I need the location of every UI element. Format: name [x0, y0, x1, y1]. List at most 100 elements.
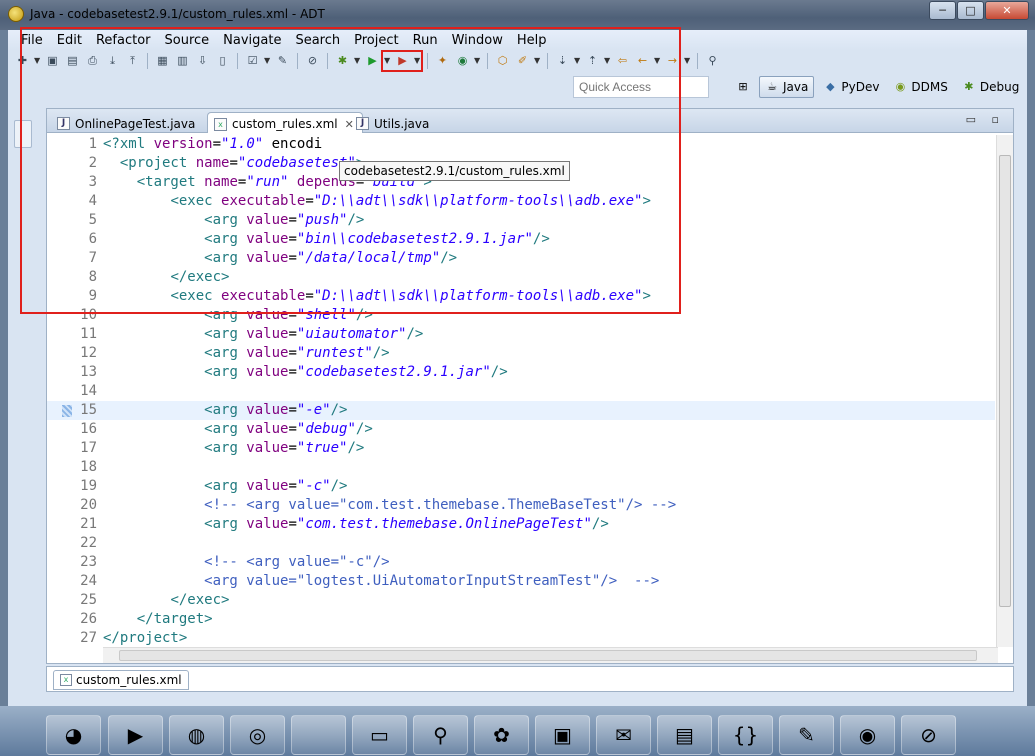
close-button[interactable]: ✕: [985, 1, 1029, 20]
line-number: 23: [80, 554, 97, 570]
line-number: 12: [80, 345, 97, 361]
bottom-tab-custom-rules[interactable]: x custom_rules.xml: [53, 670, 189, 690]
minimize-button[interactable]: ─: [929, 1, 956, 20]
code-line[interactable]: 17 <arg value="true"/>: [47, 439, 995, 458]
line-number: 25: [80, 592, 97, 608]
taskbar: ◕ ▶ ◍ ◎ ▭ ⚲ ✿ ▣ ✉ ▤{} ✎ ◉ ⊘: [0, 706, 1035, 756]
line-text: <arg value="codebasetest2.9.1.jar"/>: [204, 364, 508, 380]
toolbar-separator: [697, 53, 698, 69]
perspective-java-label: Java: [783, 80, 809, 94]
open-perspective-button[interactable]: ⊞: [731, 76, 755, 98]
code-line[interactable]: 14: [47, 382, 995, 401]
pin-editor-icon[interactable]: ⚲: [704, 53, 721, 69]
code-line[interactable]: 18: [47, 458, 995, 477]
line-number: 17: [80, 440, 97, 456]
line-number: 14: [80, 383, 97, 399]
line-number: 16: [80, 421, 97, 437]
bottom-tab-label: custom_rules.xml: [76, 673, 182, 687]
perspective-ddms[interactable]: ◉ DDMS: [888, 76, 952, 98]
horizontal-scroll-thumb[interactable]: [119, 650, 977, 661]
line-text: </target>: [136, 611, 213, 627]
line-text: <arg value="-e"/>: [204, 402, 348, 418]
window-title: Java - codebasetest2.9.1/custom_rules.xm…: [30, 7, 325, 21]
line-text: </exec>: [170, 592, 230, 608]
bug-icon: ✱: [964, 80, 974, 93]
line-number: 13: [80, 364, 97, 380]
perspective-java[interactable]: ☕ Java: [759, 76, 815, 98]
line-number: 24: [80, 573, 97, 589]
open-perspective-icon: ⊞: [738, 80, 748, 93]
line-number: 27: [80, 630, 97, 645]
line-number: 11: [80, 326, 97, 342]
line-text: <arg value="-c"/>: [204, 478, 348, 494]
python-icon: ◆: [826, 80, 835, 93]
perspective-debug[interactable]: ✱ Debug: [957, 76, 1024, 98]
line-text: <arg value="true"/>: [204, 440, 365, 456]
line-number: 21: [80, 516, 97, 532]
java-perspective-icon: ☕: [767, 80, 777, 93]
taskbar-search-tool-icon[interactable]: ⚲: [413, 715, 468, 755]
code-line[interactable]: 15 <arg value="-e"/>: [47, 401, 995, 420]
maximize-button[interactable]: □: [957, 1, 984, 20]
code-line[interactable]: 27 </project>: [47, 629, 995, 645]
taskbar-network-disabled-icon[interactable]: ⊘: [901, 715, 956, 755]
vertical-scrollbar[interactable]: [996, 135, 1013, 647]
android-icon: ◉: [895, 80, 906, 93]
perspective-debug-label: Debug: [979, 80, 1020, 94]
code-line[interactable]: 23 <!-- <arg value="-c"/>: [47, 553, 995, 572]
code-line[interactable]: 16 <arg value="debug"/>: [47, 420, 995, 439]
line-number: 15: [80, 402, 97, 418]
perspective-pydev[interactable]: ◆ PyDev: [818, 76, 884, 98]
vertical-scroll-thumb[interactable]: [999, 155, 1011, 607]
forward-dropdown-icon[interactable]: ▼: [684, 53, 691, 69]
line-text: <arg value="logtest.UiAutomatorInputStre…: [103, 573, 660, 589]
code-line[interactable]: 13 <arg value="codebasetest2.9.1.jar"/>: [47, 363, 995, 382]
window-titlebar[interactable]: Java - codebasetest2.9.1/custom_rules.xm…: [0, 0, 1035, 30]
taskbar-mail-icon[interactable]: ✉: [596, 715, 651, 755]
line-number: 18: [80, 459, 97, 475]
line-number: 26: [80, 611, 97, 627]
annotation-highlight-box: [20, 27, 681, 314]
taskbar-android-device-icon[interactable]: ▣: [535, 715, 590, 755]
window-controls: ─ □ ✕: [929, 1, 1029, 20]
line-text: <!-- <arg value="-c"/>: [103, 554, 390, 570]
taskbar-json-editor-icon[interactable]: {}: [718, 715, 773, 755]
code-line[interactable]: 24 <arg value="logtest.UiAutomatorInputS…: [47, 572, 995, 591]
code-line[interactable]: 21 <arg value="com.test.themebase.Online…: [47, 515, 995, 534]
perspective-switcher: ⊞ ☕ Java ◆ PyDev ◉ DDMS ✱ Debug: [731, 76, 1024, 98]
code-line[interactable]: 26 </target>: [47, 610, 995, 629]
taskbar-blank-icon[interactable]: [291, 715, 346, 755]
code-line[interactable]: 12 <arg value="runtest"/>: [47, 344, 995, 363]
annotation-debug-highlight: [381, 50, 423, 72]
line-number: 20: [80, 497, 97, 513]
taskbar-weibo-icon[interactable]: ◉: [840, 715, 895, 755]
code-line[interactable]: 22: [47, 534, 995, 553]
code-line[interactable]: 25 </exec>: [47, 591, 995, 610]
bottom-editor-tabs: x custom_rules.xml: [46, 666, 1014, 692]
line-text: <arg value="com.test.themebase.OnlinePag…: [204, 516, 609, 532]
line-number: 19: [80, 478, 97, 494]
taskbar-file-explorer-icon[interactable]: ▤: [657, 715, 712, 755]
code-line[interactable]: 11 <arg value="uiautomator"/>: [47, 325, 995, 344]
xml-file-icon: x: [60, 674, 72, 686]
line-number: 22: [80, 535, 97, 551]
taskbar-chat-app-icon[interactable]: ◍: [169, 715, 224, 755]
horizontal-scrollbar[interactable]: [103, 647, 998, 663]
line-text: <arg value="uiautomator"/>: [204, 326, 424, 342]
taskbar-chrome-icon[interactable]: ◎: [230, 715, 285, 755]
line-text: </project>: [103, 630, 188, 645]
line-text: <arg value="debug"/>: [204, 421, 373, 437]
taskbar-start-orb-icon[interactable]: ◕: [46, 715, 101, 755]
code-line[interactable]: 20 <!-- <arg value="com.test.themebase.T…: [47, 496, 995, 515]
taskbar-notepad-icon[interactable]: ✎: [779, 715, 834, 755]
perspective-pydev-label: PyDev: [841, 80, 880, 94]
adt-app-icon: [8, 6, 24, 22]
taskbar-terminal-icon[interactable]: ▭: [352, 715, 407, 755]
perspective-ddms-label: DDMS: [911, 80, 948, 94]
taskbar-media-player-icon[interactable]: ▶: [108, 715, 163, 755]
line-text: <!-- <arg value="com.test.themebase.Them…: [103, 497, 677, 513]
taskbar-android-sdk-icon[interactable]: ✿: [474, 715, 529, 755]
code-line[interactable]: 19 <arg value="-c"/>: [47, 477, 995, 496]
editor-minmax-icons[interactable]: ▭ ▫: [966, 113, 1005, 126]
line-text: <arg value="runtest"/>: [204, 345, 390, 361]
